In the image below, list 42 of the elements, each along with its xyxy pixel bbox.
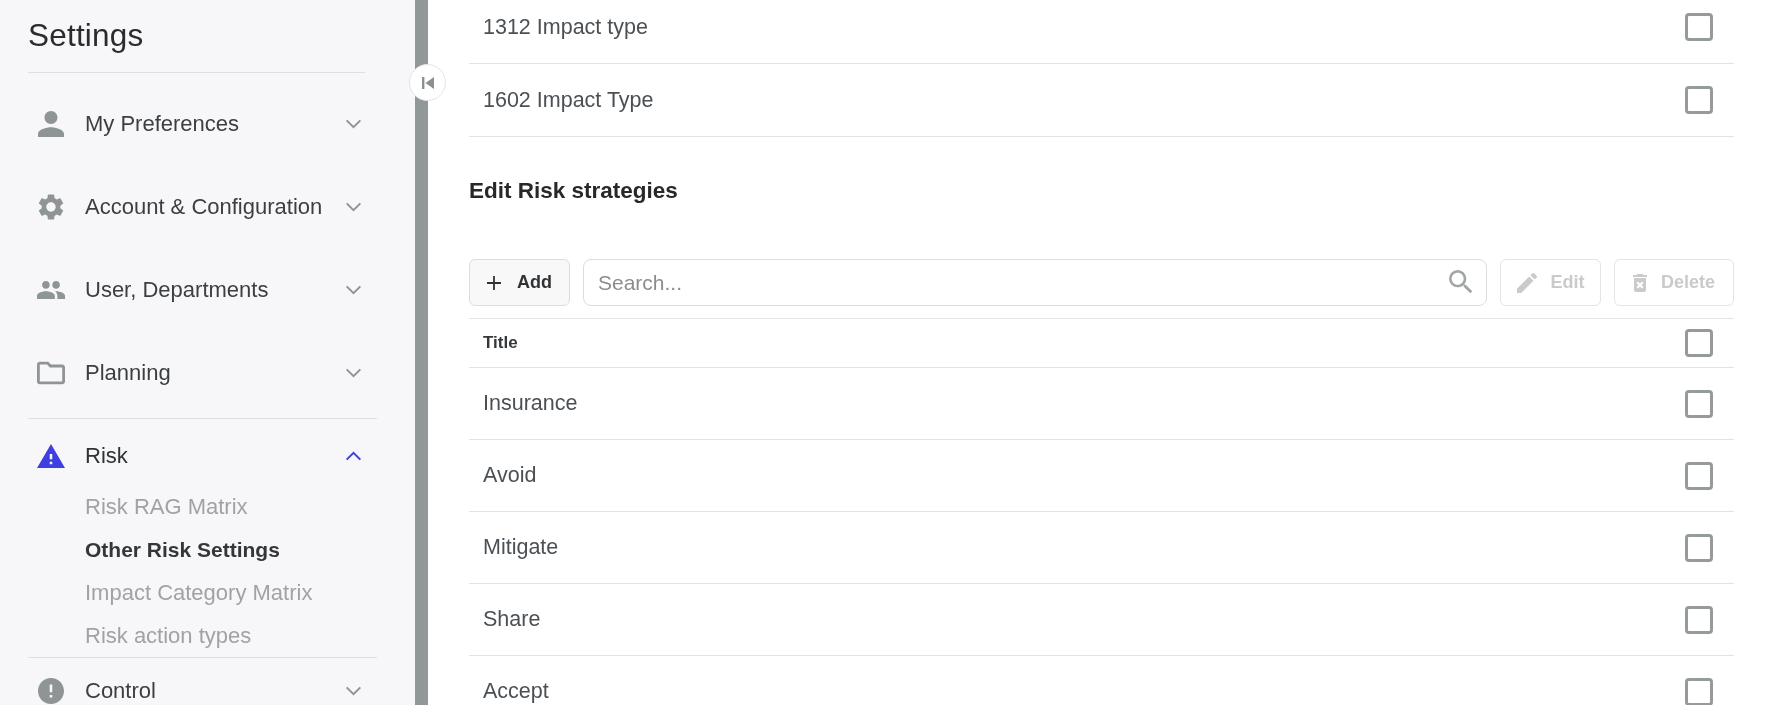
- bar-left-arrow-icon: [420, 75, 435, 90]
- row-title: 1602 Impact Type: [483, 87, 654, 113]
- row-title: Avoid: [483, 463, 537, 488]
- chevron-up-icon: [345, 451, 362, 461]
- row-checkbox[interactable]: [1685, 86, 1713, 114]
- row-title: Accept: [483, 679, 549, 704]
- pencil-icon: [1516, 272, 1537, 293]
- sidebar-menu-item[interactable]: Control: [28, 662, 362, 705]
- row-title: 1312 Impact type: [483, 14, 648, 40]
- trash-icon: [1633, 272, 1647, 293]
- row-title: Insurance: [483, 391, 578, 416]
- add-button[interactable]: Add: [469, 259, 570, 306]
- search-icon: [1449, 270, 1473, 294]
- row-checkbox[interactable]: [1685, 533, 1713, 562]
- chevron-down-icon: [345, 285, 362, 295]
- sidebar-menu-item[interactable]: Account & Configuration: [28, 178, 362, 236]
- row-checkbox[interactable]: [1685, 677, 1713, 705]
- row-checkbox[interactable]: [1685, 389, 1713, 418]
- row-title: Mitigate: [483, 535, 559, 560]
- settings-icon: [37, 194, 65, 220]
- person-icon: [37, 111, 65, 137]
- sidebar-menu-item[interactable]: My Preferences: [28, 95, 362, 153]
- plus-icon: [487, 275, 501, 290]
- sidebar-menu-item[interactable]: User, Departments: [28, 261, 362, 319]
- sidebar-menu-item[interactable]: Planning: [28, 344, 362, 402]
- folder-icon: [37, 360, 65, 386]
- row-checkbox[interactable]: [1685, 13, 1713, 41]
- settings-title: Settings: [28, 16, 144, 54]
- row-checkbox[interactable]: [1685, 461, 1713, 490]
- sidebar-submenu-item[interactable]: Other Risk Settings: [28, 528, 280, 571]
- chevron-down-icon: [345, 368, 362, 378]
- warning-icon: [37, 443, 65, 469]
- chevron-down-icon: [345, 202, 362, 212]
- sidebar-menu-item[interactable]: Risk: [28, 427, 362, 485]
- chevron-down-icon: [345, 686, 362, 696]
- chevron-down-icon: [345, 119, 362, 129]
- row-checkbox[interactable]: [1685, 605, 1713, 634]
- column-header: Title: [483, 333, 518, 353]
- row-title: Share: [483, 607, 541, 632]
- select-all-checkbox[interactable]: [1685, 329, 1713, 357]
- section-heading: Edit Risk strategies: [469, 177, 679, 205]
- search-field[interactable]: Search...: [583, 259, 1487, 306]
